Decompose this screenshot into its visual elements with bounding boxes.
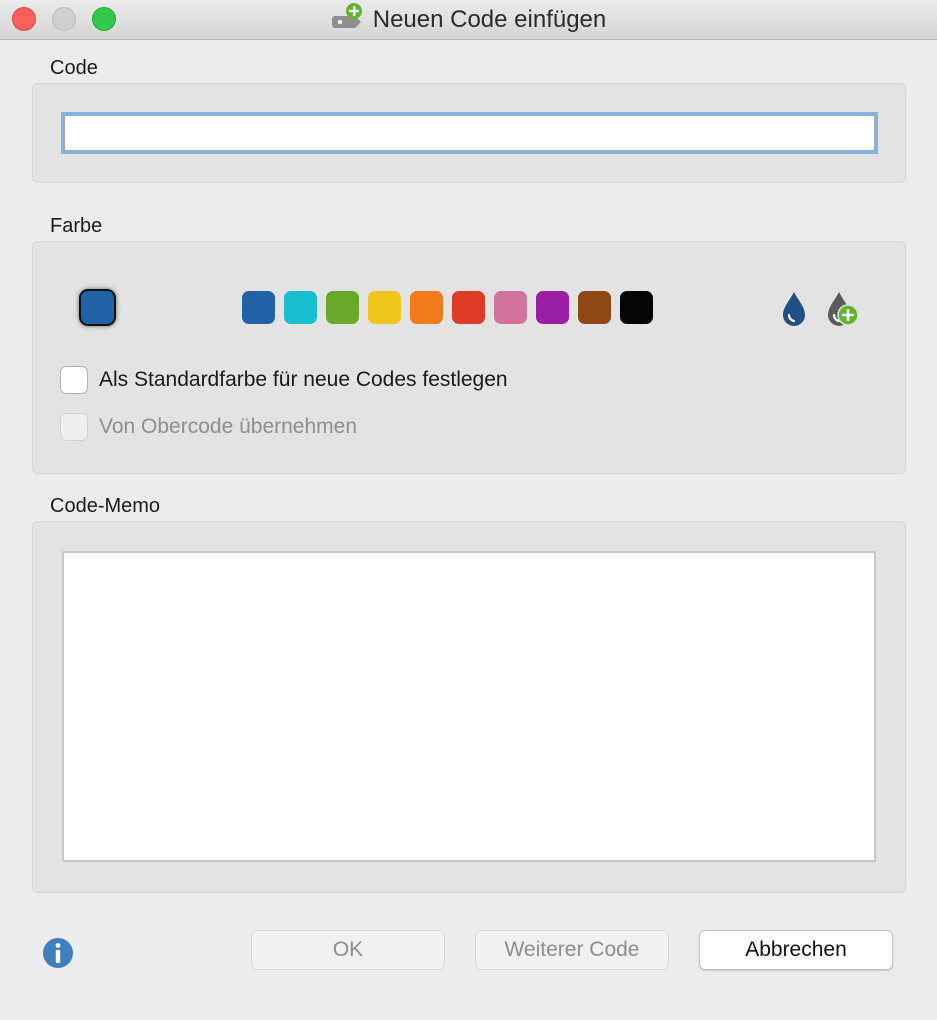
default-color-label[interactable]: Als Standardfarbe für neue Codes festleg… bbox=[99, 368, 508, 392]
ok-button[interactable]: OK bbox=[251, 930, 445, 970]
code-add-icon bbox=[331, 3, 362, 28]
color-swatch-orange[interactable] bbox=[410, 291, 443, 324]
inherit-parent-label: Von Obercode übernehmen bbox=[99, 415, 358, 438]
memo-section-label: Code-Memo bbox=[50, 495, 161, 517]
drop-icon[interactable] bbox=[780, 290, 808, 328]
default-color-checkbox[interactable] bbox=[60, 366, 88, 394]
code-memo-textarea[interactable] bbox=[62, 551, 876, 862]
code-name-input[interactable] bbox=[61, 112, 878, 154]
color-swatch-red[interactable] bbox=[452, 291, 485, 324]
drop-add-icon[interactable] bbox=[826, 290, 860, 328]
cancel-button[interactable]: Abbrechen bbox=[699, 930, 893, 970]
color-section-label: Farbe bbox=[50, 215, 103, 237]
color-swatch-blue[interactable] bbox=[242, 291, 275, 324]
selected-color-swatch[interactable] bbox=[79, 289, 116, 326]
inherit-parent-checkbox bbox=[60, 413, 88, 441]
color-swatch-green[interactable] bbox=[326, 291, 359, 324]
color-group bbox=[32, 241, 906, 474]
color-swatch-black[interactable] bbox=[620, 291, 653, 324]
title-bar: Neuen Code einfügen bbox=[0, 0, 937, 40]
window-title-area: Neuen Code einfügen bbox=[0, 0, 937, 40]
color-swatch-yellow[interactable] bbox=[368, 291, 401, 324]
window-title: Neuen Code einfügen bbox=[372, 6, 607, 33]
code-section-label: Code bbox=[50, 57, 98, 79]
color-swatch-purple[interactable] bbox=[536, 291, 569, 324]
color-swatch-pink[interactable] bbox=[494, 291, 527, 324]
info-icon[interactable] bbox=[42, 937, 74, 969]
color-swatch-cyan[interactable] bbox=[284, 291, 317, 324]
color-swatch-brown[interactable] bbox=[578, 291, 611, 324]
more-code-button[interactable]: Weiterer Code bbox=[475, 930, 669, 970]
